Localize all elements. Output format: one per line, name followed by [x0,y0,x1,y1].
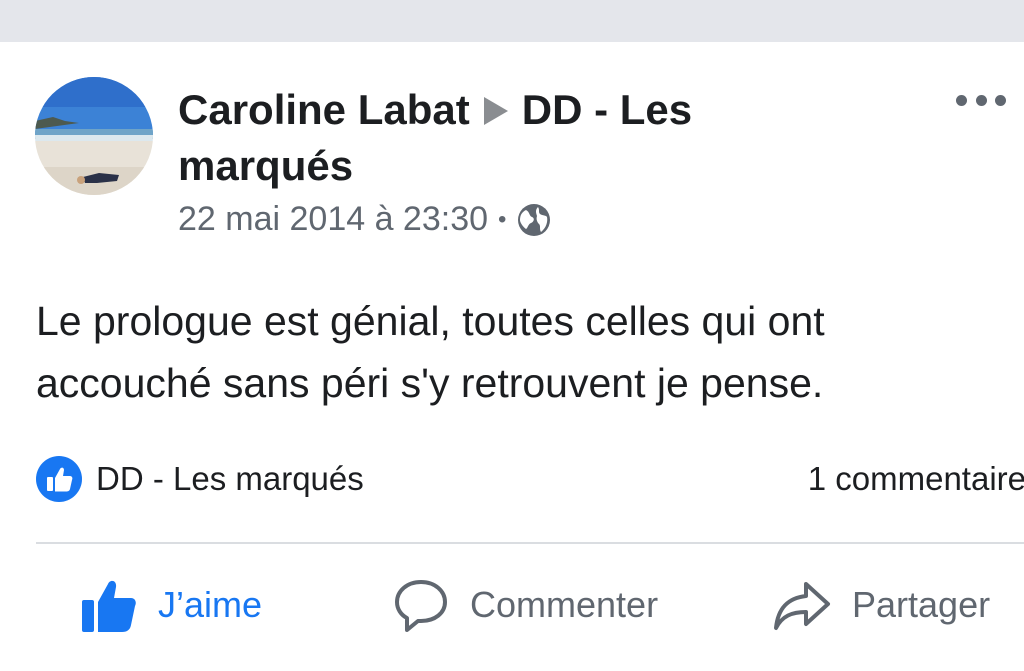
post-card: Caroline Labat DD - Les marqués 22 mai 20… [0,42,1024,671]
post-header-title: Caroline Labat DD - Les marqués [178,82,798,194]
like-button[interactable]: J’aime [80,570,262,640]
like-icon[interactable] [36,456,82,502]
share-label: Partager [852,584,991,625]
share-button[interactable]: Partager [772,570,990,640]
comment-label: Commenter [470,584,659,625]
post-timestamp[interactable]: 22 mai 2014 à 23:30 [178,200,488,239]
post-stats: DD - Les marqués 1 commentaire [36,454,1024,504]
like-label: J’aime [158,584,263,625]
divider [36,542,1024,544]
comments-count[interactable]: 1 commentaire [808,460,1024,498]
triangle-right-icon [483,96,508,125]
post-text: Le prologue est génial, toutes celles qu… [36,298,825,406]
comment-button[interactable]: Commenter [392,570,658,640]
share-icon [774,582,830,630]
more-options-icon[interactable] [956,90,1006,110]
author-name[interactable]: Caroline Labat [178,86,470,133]
meta-separator: • [498,205,507,233]
reaction-label[interactable]: DD - Les marqués [96,460,364,498]
comment-icon [395,580,447,632]
post-meta: 22 mai 2014 à 23:30 • [178,200,552,239]
globe-icon [518,203,551,236]
top-strip [0,0,1024,42]
thumbs-up-icon [82,580,136,632]
avatar[interactable] [35,77,153,195]
